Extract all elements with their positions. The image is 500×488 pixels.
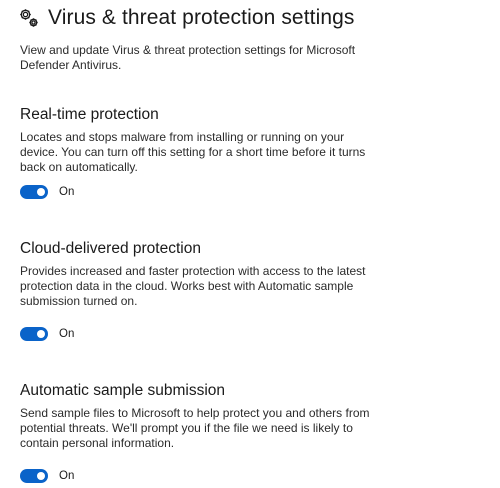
gear-icon: [18, 7, 40, 29]
settings-page: Virus & threat protection settings View …: [0, 0, 500, 488]
real-time-protection-toggle[interactable]: [20, 185, 48, 199]
toggle-state-label: On: [59, 328, 75, 340]
section-title: Real-time protection: [20, 106, 159, 123]
section-real-time-protection: Real-time protection Locates and stops m…: [20, 106, 370, 175]
section-description: Locates and stops malware from installin…: [20, 130, 366, 174]
page-title: Virus & threat protection settings: [48, 6, 355, 29]
toggle-row-automatic-sample-submission: On: [20, 469, 74, 483]
page-description: View and update Virus & threat protectio…: [20, 43, 356, 72]
section-title: Cloud-delivered protection: [20, 240, 201, 257]
toggle-knob: [37, 472, 45, 480]
toggle-knob: [37, 188, 45, 196]
section-description: Send sample files to Microsoft to help p…: [20, 406, 370, 450]
cloud-delivered-protection-toggle[interactable]: [20, 327, 48, 341]
page-header: Virus & threat protection settings: [18, 6, 355, 30]
toggle-state-label: On: [59, 186, 75, 198]
toggle-row-cloud-delivered-protection: On: [20, 327, 74, 341]
automatic-sample-submission-toggle[interactable]: [20, 469, 48, 483]
section-description: Provides increased and faster protection…: [20, 264, 366, 308]
toggle-row-real-time-protection: On: [20, 185, 74, 199]
toggle-state-label: On: [59, 470, 75, 482]
section-cloud-delivered-protection: Cloud-delivered protection Provides incr…: [20, 240, 370, 309]
section-automatic-sample-submission: Automatic sample submission Send sample …: [20, 382, 370, 451]
toggle-knob: [37, 330, 45, 338]
section-title: Automatic sample submission: [20, 382, 226, 399]
